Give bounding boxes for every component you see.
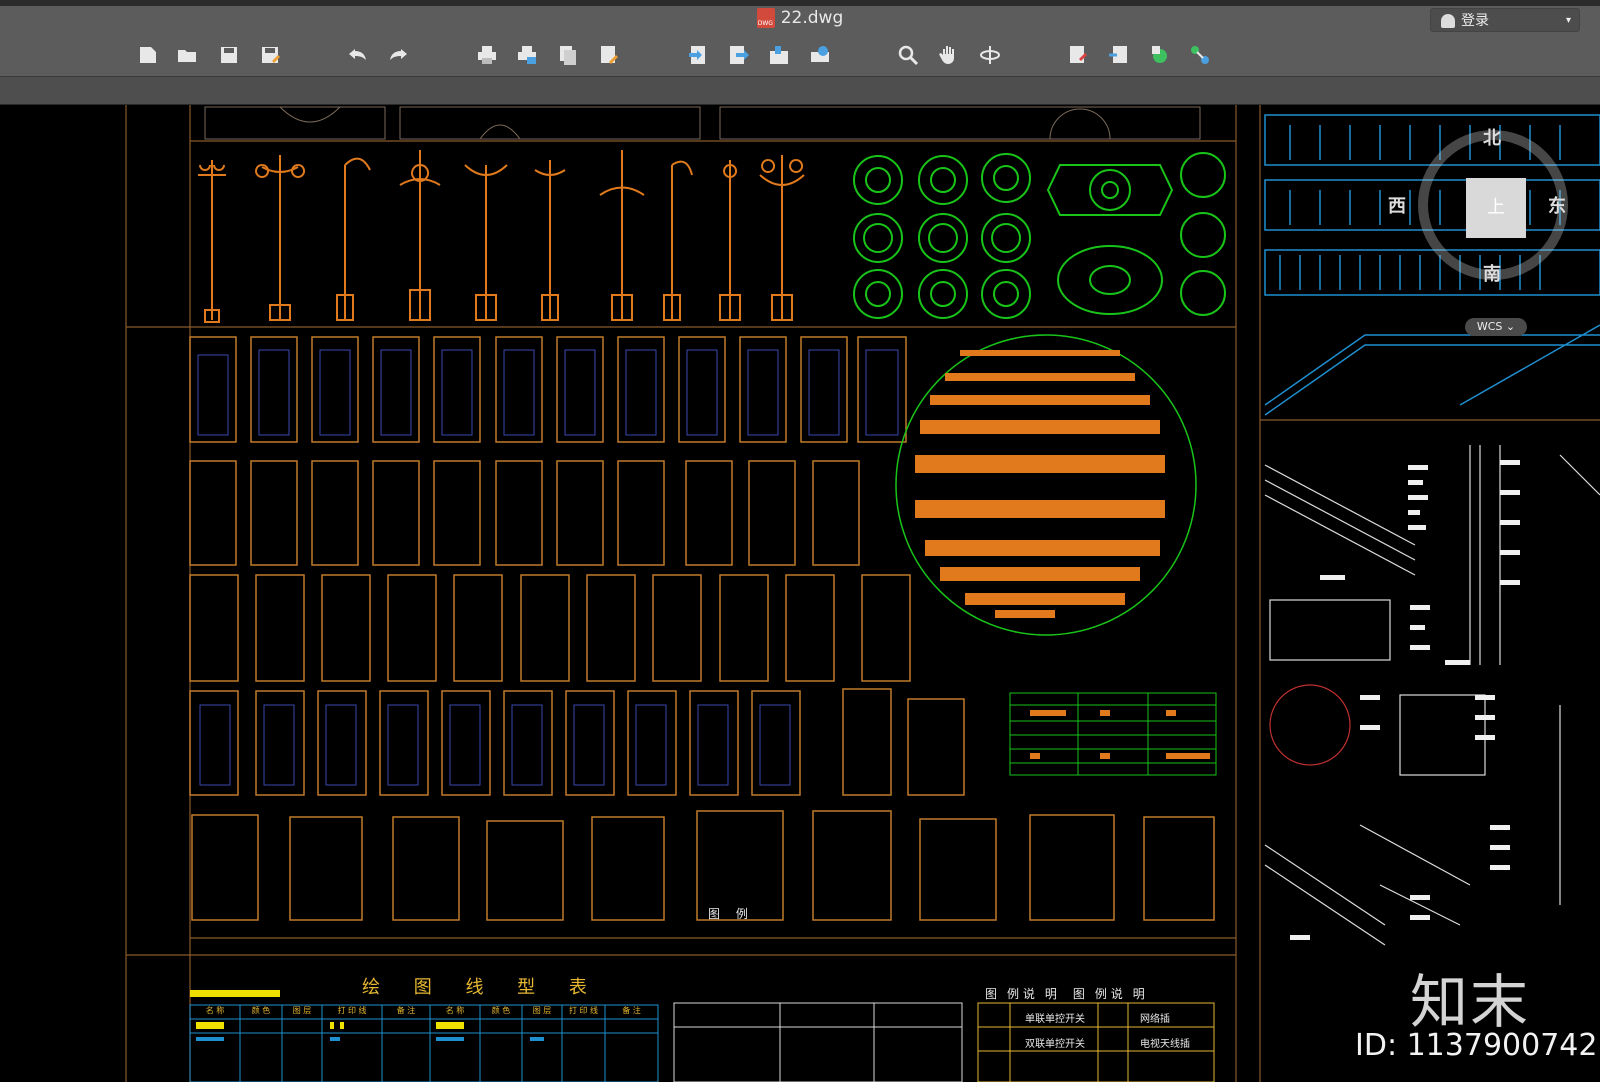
menu-strip (0, 0, 1600, 6)
legend-header-cell: 例 说 (1094, 987, 1123, 1001)
file-icon-label: DWG (757, 20, 773, 27)
compass-south[interactable]: 南 (1483, 260, 1501, 286)
symbol-legend-table (1009, 692, 1217, 776)
dwg-file-icon: DWG (756, 8, 775, 28)
legend-header-cell: 图 (985, 987, 998, 1001)
wcs-dropdown[interactable]: WCS ⌄ (1465, 318, 1527, 336)
view-cube-top-face[interactable]: 上 (1466, 178, 1526, 238)
undo-icon[interactable] (343, 40, 373, 70)
rosettes (853, 152, 1226, 319)
line-table-header-cell: 打 印 线 (568, 1006, 599, 1015)
redo-icon[interactable] (383, 40, 413, 70)
line-table-header-cell: 颜 色 (491, 1006, 511, 1015)
compass-east[interactable]: 东 (1548, 192, 1566, 218)
block-icon[interactable] (1104, 40, 1134, 70)
watermark-logo: 知末 (1410, 968, 1531, 1036)
compass-north[interactable]: 北 (1483, 124, 1501, 150)
legend-row-label: 电视天线插 (1140, 1039, 1190, 1050)
plot-icon[interactable] (805, 40, 835, 70)
cad-drawing (125, 105, 1600, 1082)
legend-header-cell: 明 (1132, 987, 1145, 1001)
legend-row-label: 网络插 (1140, 1014, 1170, 1025)
print-preview-icon[interactable] (512, 40, 542, 70)
legend-header-cell: 例 说 (1007, 987, 1035, 1001)
batch-print-icon[interactable] (553, 40, 583, 70)
login-label: 登录 (1461, 13, 1489, 29)
new-file-icon[interactable] (133, 40, 163, 70)
chevron-down-icon: ▾ (1565, 15, 1571, 26)
login-button[interactable]: 登录 ▾ (1430, 8, 1580, 32)
publish-icon[interactable] (594, 40, 624, 70)
line-table-header-cell: 颜 色 (251, 1006, 271, 1015)
legend-row-label: 单联单控开关 (1025, 1014, 1085, 1025)
lamp-posts (198, 150, 805, 323)
user-icon (1441, 14, 1455, 28)
line-table-header-cell: 图 层 (532, 1006, 552, 1015)
line-table-header-cell: 打 印 线 (337, 1006, 367, 1015)
properties-icon[interactable] (1185, 40, 1215, 70)
legend-title: 图 例 (708, 907, 754, 921)
zoom-icon[interactable] (893, 40, 923, 70)
pan-icon[interactable] (934, 40, 964, 70)
import-icon[interactable] (683, 40, 713, 70)
orbit-icon[interactable] (975, 40, 1005, 70)
chandelier-circle (895, 334, 1197, 636)
line-table-header-cell: 备 注 (396, 1006, 416, 1015)
legend-header: 图 例 说 明 图 例 说 明 (985, 985, 1145, 1002)
line-table-header-cell: 名 称 (205, 1006, 225, 1015)
legend-header-cell: 明 (1044, 987, 1057, 1001)
legend-header-cell: 图 (1072, 987, 1085, 1001)
layer-icon[interactable] (1063, 40, 1093, 70)
line-table-header-cell: 名 称 (445, 1006, 465, 1015)
view-cube[interactable]: 上 北 南 西 东 (1388, 128, 1568, 285)
stair-details (1264, 445, 1600, 946)
line-type-table-title: 绘 图 线 型 表 (362, 977, 601, 998)
legend-row-label: 双联单控开关 (1025, 1039, 1085, 1050)
compass-west[interactable]: 西 (1388, 192, 1406, 218)
detail-annotations (1290, 460, 1520, 940)
watermark-id: ID: 1137900742 (1355, 1028, 1598, 1063)
command-bar (0, 77, 1600, 105)
main-toolbar (0, 40, 1600, 70)
print-icon[interactable] (472, 40, 502, 70)
line-type-table (189, 990, 659, 1082)
electrical-legend-table (673, 1002, 1215, 1082)
line-table-header-cell: 备 注 (622, 1006, 641, 1015)
document-title: DWG 22.dwg (0, 8, 1600, 28)
line-table-header-cell: 图 层 (292, 1006, 312, 1015)
ornament-strip (204, 106, 1201, 140)
export-icon[interactable] (723, 40, 753, 70)
line-table-header: 名 称 颜 色 图 层 打 印 线 备 注 名 称 颜 色 图 层 打 印 线 … (190, 1005, 658, 1016)
wcs-label: WCS (1476, 320, 1503, 333)
save-icon[interactable] (214, 40, 244, 70)
drawing-canvas[interactable]: 绘 图 线 型 表 图 例 图 例 说 明 图 例 说 明 单联单控开关 网络插… (0, 105, 1600, 1082)
external-ref-icon[interactable] (1145, 40, 1175, 70)
file-name: 22.dwg (780, 8, 844, 28)
chevron-down-icon: ⌄ (1505, 320, 1516, 333)
open-folder-icon[interactable] (173, 40, 203, 70)
save-as-icon[interactable] (255, 40, 285, 70)
door-glazing (197, 349, 899, 786)
title-bar: DWG 22.dwg 登录 ▾ (0, 0, 1600, 77)
sheet-frame (125, 105, 1600, 1082)
attach-icon[interactable] (764, 40, 794, 70)
